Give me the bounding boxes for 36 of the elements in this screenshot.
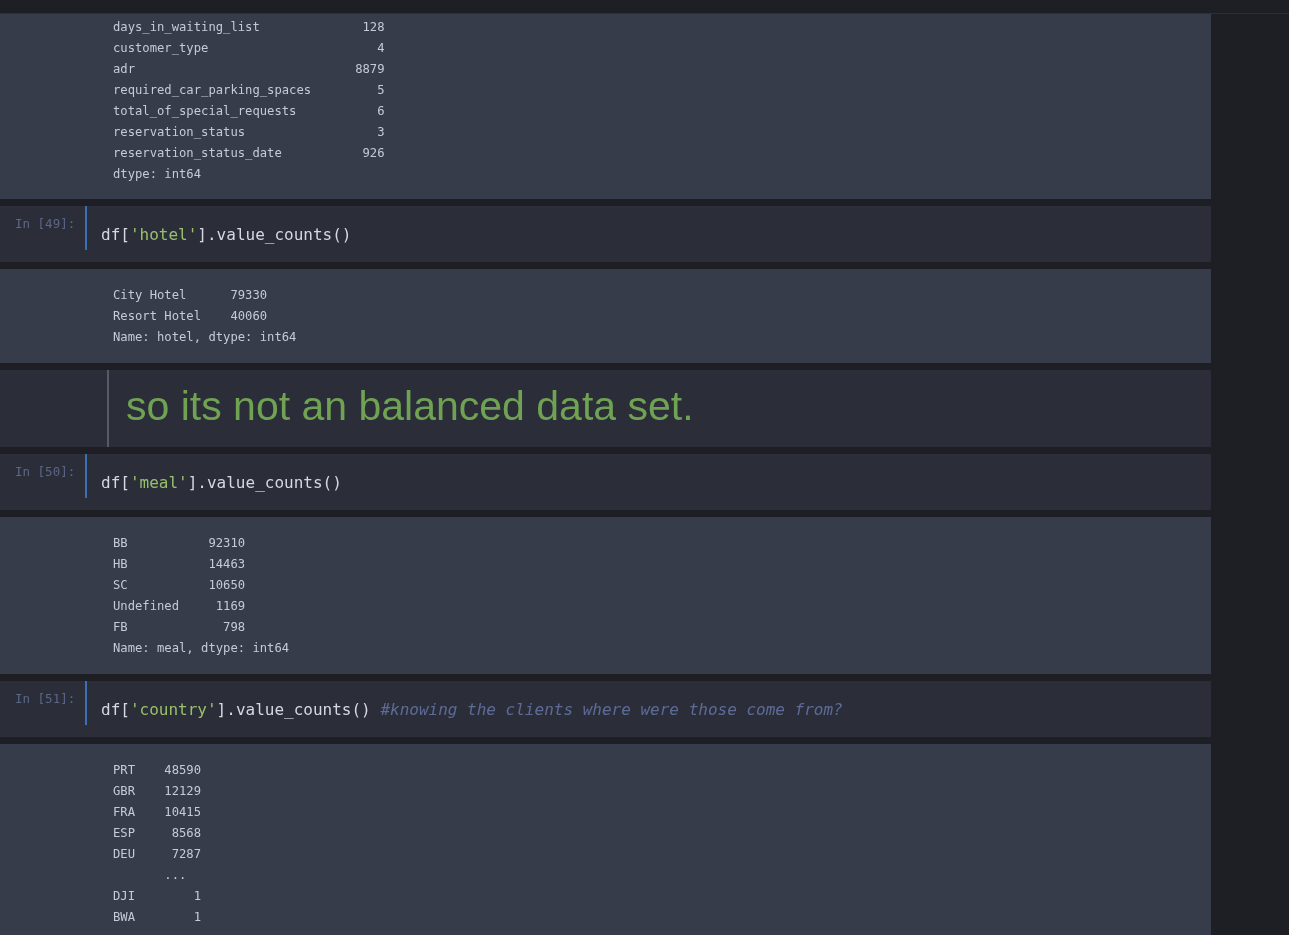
output-line: Resort Hotel 40060: [113, 308, 268, 325]
cell-prompt: In [49]:: [14, 215, 77, 233]
output-line: BWA 1: [113, 909, 202, 926]
output-line: required_car_parking_spaces 5: [113, 82, 385, 99]
output-line: GBR 12129: [113, 783, 202, 800]
output-line: reservation_status_date 926: [113, 145, 385, 162]
code-cell[interactable]: In [49]: df['hotel'].value_counts(): [0, 206, 1211, 262]
output-line: City Hotel 79330: [113, 287, 268, 304]
output-line: SC 10650: [113, 577, 246, 594]
output-line: DEU 7287: [113, 846, 202, 863]
output-line: FB 798: [113, 619, 246, 636]
output-line: DJI 1: [113, 888, 202, 905]
output-line: adr 8879: [113, 61, 385, 78]
markdown-cell[interactable]: so its not an balanced data set.: [0, 370, 1211, 447]
output-line: ESP 8568: [113, 825, 202, 842]
output-line: dtype: int64: [113, 166, 202, 183]
output-line: Undefined 1169: [113, 598, 246, 615]
output-line: days_in_waiting_list 128: [113, 19, 385, 36]
output-line: Name: hotel, dtype: int64: [113, 329, 297, 346]
code-cell[interactable]: In [51]: df['country'].value_counts() #knowing the clients where were those come from?: [0, 681, 1211, 737]
output-line: customer_type 4: [113, 40, 385, 57]
code-line: df['country'].value_counts() #knowing the clients where were those come from?: [100, 699, 843, 721]
output-line: PRT 48590: [113, 762, 202, 779]
cell-prompt: In [50]:: [14, 463, 77, 481]
output-line: total_of_special_requests 6: [113, 103, 385, 120]
code-cell[interactable]: In [50]: df['meal'].value_counts(): [0, 454, 1211, 510]
output-line: HB 14463: [113, 556, 246, 573]
code-line: df['meal'].value_counts(): [100, 472, 342, 494]
output-line: reservation_status 3: [113, 124, 385, 141]
code-line: df['hotel'].value_counts(): [100, 224, 352, 246]
cell-prompt: In [51]:: [14, 690, 77, 708]
output-line: BB 92310: [113, 535, 246, 552]
output-line: ...: [163, 867, 187, 884]
markdown-heading: so its not an balanced data set.: [125, 382, 694, 430]
output-line: FRA 10415: [113, 804, 202, 821]
output-line: Name: meal, dtype: int64: [113, 640, 290, 657]
